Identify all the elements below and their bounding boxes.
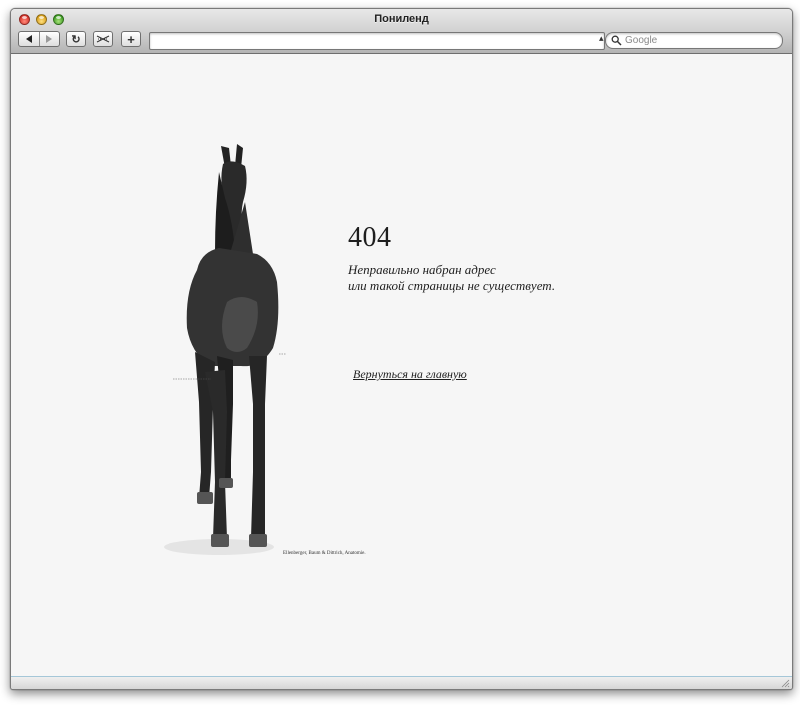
forward-button[interactable] (38, 32, 60, 46)
error-message-line-2: или такой страницы не существует. (348, 278, 556, 293)
nav-buttons (18, 31, 60, 47)
snapback-button[interactable] (93, 31, 113, 47)
error-code: 404 (348, 222, 392, 253)
search-field[interactable] (605, 32, 783, 49)
rss-icon[interactable]: ▴ (599, 33, 604, 44)
plus-icon: + (127, 31, 135, 47)
resize-grip-icon[interactable] (781, 679, 790, 688)
forward-arrow-icon (46, 35, 53, 43)
add-bookmark-button[interactable]: + (121, 31, 141, 47)
horse-illustration (164, 144, 286, 555)
search-icon[interactable] (611, 35, 622, 46)
reload-button[interactable]: ↻ (66, 31, 86, 47)
illustration-caption: Ellenberger, Baum & Dittrich, Anatomie. (283, 551, 366, 556)
page-content: Ellenberger, Baum & Dittrich, Anatomie. … (11, 54, 792, 677)
window-title: Пониленд (374, 13, 429, 25)
search-input[interactable] (622, 34, 765, 47)
status-bar (11, 676, 792, 689)
error-message-line-1: Неправильно набран адрес (348, 262, 496, 277)
reload-icon: ↻ (71, 33, 81, 46)
home-link[interactable]: Вернуться на главную (353, 367, 467, 382)
browser-window: Пониленд ↻ + ▴ Google Ellenberger, Baum … (10, 8, 793, 690)
snapback-icon (96, 35, 110, 43)
back-arrow-icon (25, 35, 32, 43)
error-message: Неправильно набран адрес или такой стран… (348, 262, 648, 294)
title-bar: Пониленд ↻ + ▴ (11, 9, 792, 54)
address-bar[interactable] (149, 32, 605, 50)
back-button[interactable] (19, 32, 39, 46)
